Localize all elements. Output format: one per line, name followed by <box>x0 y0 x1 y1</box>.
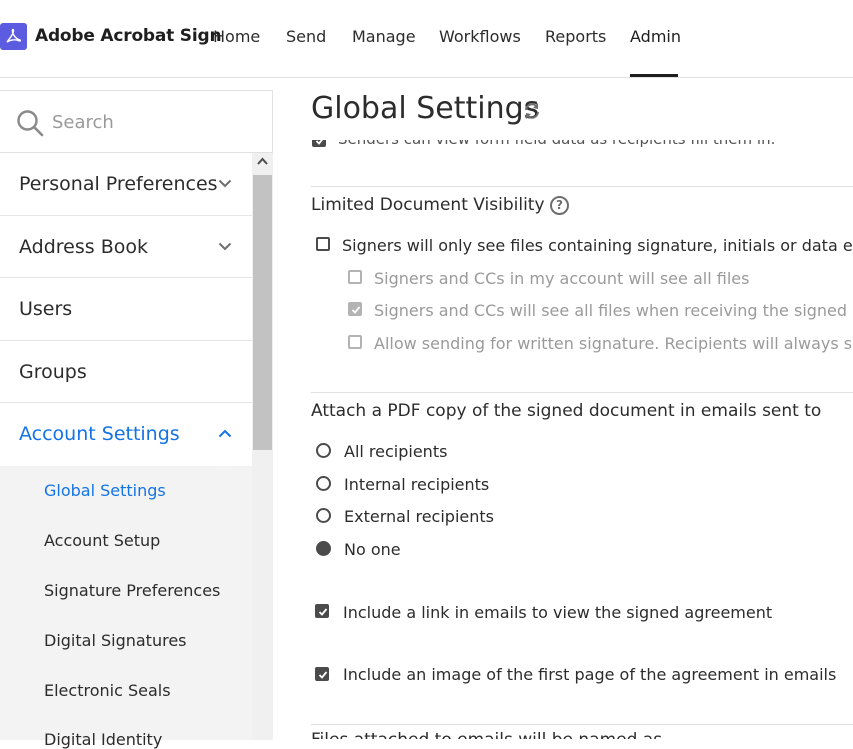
sidebar-item-users[interactable]: Users <box>0 278 252 341</box>
search-input[interactable]: Search <box>52 112 114 133</box>
radio-label: External recipients <box>344 507 494 526</box>
sidebar-search[interactable]: Search <box>0 91 273 153</box>
sidebar-item-label: Address Book <box>19 235 148 258</box>
see-all-files-checkbox[interactable] <box>348 270 362 284</box>
radio-external-recipients[interactable] <box>316 508 331 523</box>
radio-label: No one <box>344 540 401 559</box>
see-all-files-label: Signers and CCs in my account will see a… <box>374 269 750 288</box>
account-settings-submenu: Global Settings Account Setup Signature … <box>0 465 252 749</box>
page-title: Global Settings <box>311 91 540 126</box>
chevron-up-icon <box>218 429 232 438</box>
refresh-icon[interactable] <box>523 102 541 120</box>
sidebar-item-groups[interactable]: Groups <box>0 341 252 403</box>
submenu-caret <box>214 465 234 474</box>
sidebar-item-account-settings[interactable]: Account Settings <box>0 403 252 466</box>
radio-label: Internal recipients <box>344 475 490 494</box>
sidebar-subitem-signature-preferences[interactable]: Signature Preferences <box>44 581 220 600</box>
nav-reports[interactable]: Reports <box>545 27 606 46</box>
nav-home[interactable]: Home <box>213 27 260 46</box>
limited-visibility-label: Signers will only see files containing s… <box>342 236 853 255</box>
include-link-checkbox[interactable] <box>315 604 329 618</box>
limited-visibility-checkbox[interactable] <box>316 237 330 251</box>
top-nav: Adobe Acrobat Sign Home Send Manage Work… <box>0 0 853 78</box>
sidebar: Search Personal Preferences Address Book… <box>0 90 273 749</box>
sidebar-item-label: Account Settings <box>19 423 180 445</box>
sidebar-item-label: Users <box>19 298 73 320</box>
sidebar-subitem-digital-signatures[interactable]: Digital Signatures <box>44 631 187 650</box>
radio-no-one[interactable] <box>316 541 331 556</box>
chevron-down-icon <box>218 242 232 250</box>
scroll-thumb[interactable] <box>253 175 272 450</box>
active-nav-indicator <box>630 74 678 77</box>
sidebar-nav: Personal Preferences Address Book Users … <box>0 153 252 466</box>
section-divider <box>311 186 853 187</box>
include-image-checkbox[interactable] <box>315 667 329 681</box>
nav-manage[interactable]: Manage <box>352 27 416 46</box>
section-divider <box>311 392 853 393</box>
limited-visibility-title: Limited Document Visibility <box>311 195 545 215</box>
sidebar-subitem-account-setup[interactable]: Account Setup <box>44 531 160 550</box>
sidebar-scrollbar[interactable] <box>252 153 273 740</box>
sidebar-item-address-book[interactable]: Address Book <box>0 216 252 278</box>
section-divider <box>311 724 853 725</box>
sidebar-item-personal-preferences[interactable]: Personal Preferences <box>0 153 252 216</box>
sidebar-item-label: Personal Preferences <box>19 173 218 195</box>
sidebar-subitem-digital-identity[interactable]: Digital Identity <box>44 730 162 749</box>
file-naming-title: Files attached to emails will be named a… <box>311 730 662 739</box>
see-all-signed-label: Signers and CCs will see all files when … <box>374 301 853 320</box>
sidebar-item-label: Groups <box>19 360 87 383</box>
scroll-up-arrow-icon[interactable] <box>257 157 268 165</box>
brand-name[interactable]: Adobe Acrobat Sign <box>35 26 222 46</box>
nav-workflows[interactable]: Workflows <box>439 27 521 46</box>
include-image-label: Include an image of the first page of th… <box>343 665 837 684</box>
chevron-down-icon <box>218 179 232 188</box>
acrobat-logo-icon[interactable] <box>0 23 27 50</box>
sidebar-subitem-electronic-seals[interactable]: Electronic Seals <box>44 681 171 700</box>
form-field-visibility-checkbox[interactable] <box>312 140 326 147</box>
sidebar-subitem-global-settings[interactable]: Global Settings <box>44 481 166 500</box>
form-field-visibility-row: Senders can view form field data as reci… <box>312 130 776 148</box>
include-link-label: Include a link in emails to view the sig… <box>343 603 773 622</box>
see-all-signed-checkbox[interactable] <box>348 302 362 316</box>
help-icon[interactable]: ? <box>550 196 569 215</box>
main-content: Global Settings Senders can view form fi… <box>274 78 853 739</box>
nav-send[interactable]: Send <box>286 27 326 46</box>
form-field-visibility-label: Senders can view form field data as reci… <box>338 130 776 148</box>
radio-internal-recipients[interactable] <box>316 476 331 491</box>
nav-admin[interactable]: Admin <box>630 27 681 46</box>
radio-all-recipients[interactable] <box>316 443 331 458</box>
search-icon <box>17 110 44 137</box>
written-signature-checkbox[interactable] <box>348 335 362 349</box>
radio-label: All recipients <box>344 442 448 461</box>
written-signature-label: Allow sending for written signature. Rec… <box>374 334 853 353</box>
attach-pdf-title: Attach a PDF copy of the signed document… <box>311 401 822 421</box>
